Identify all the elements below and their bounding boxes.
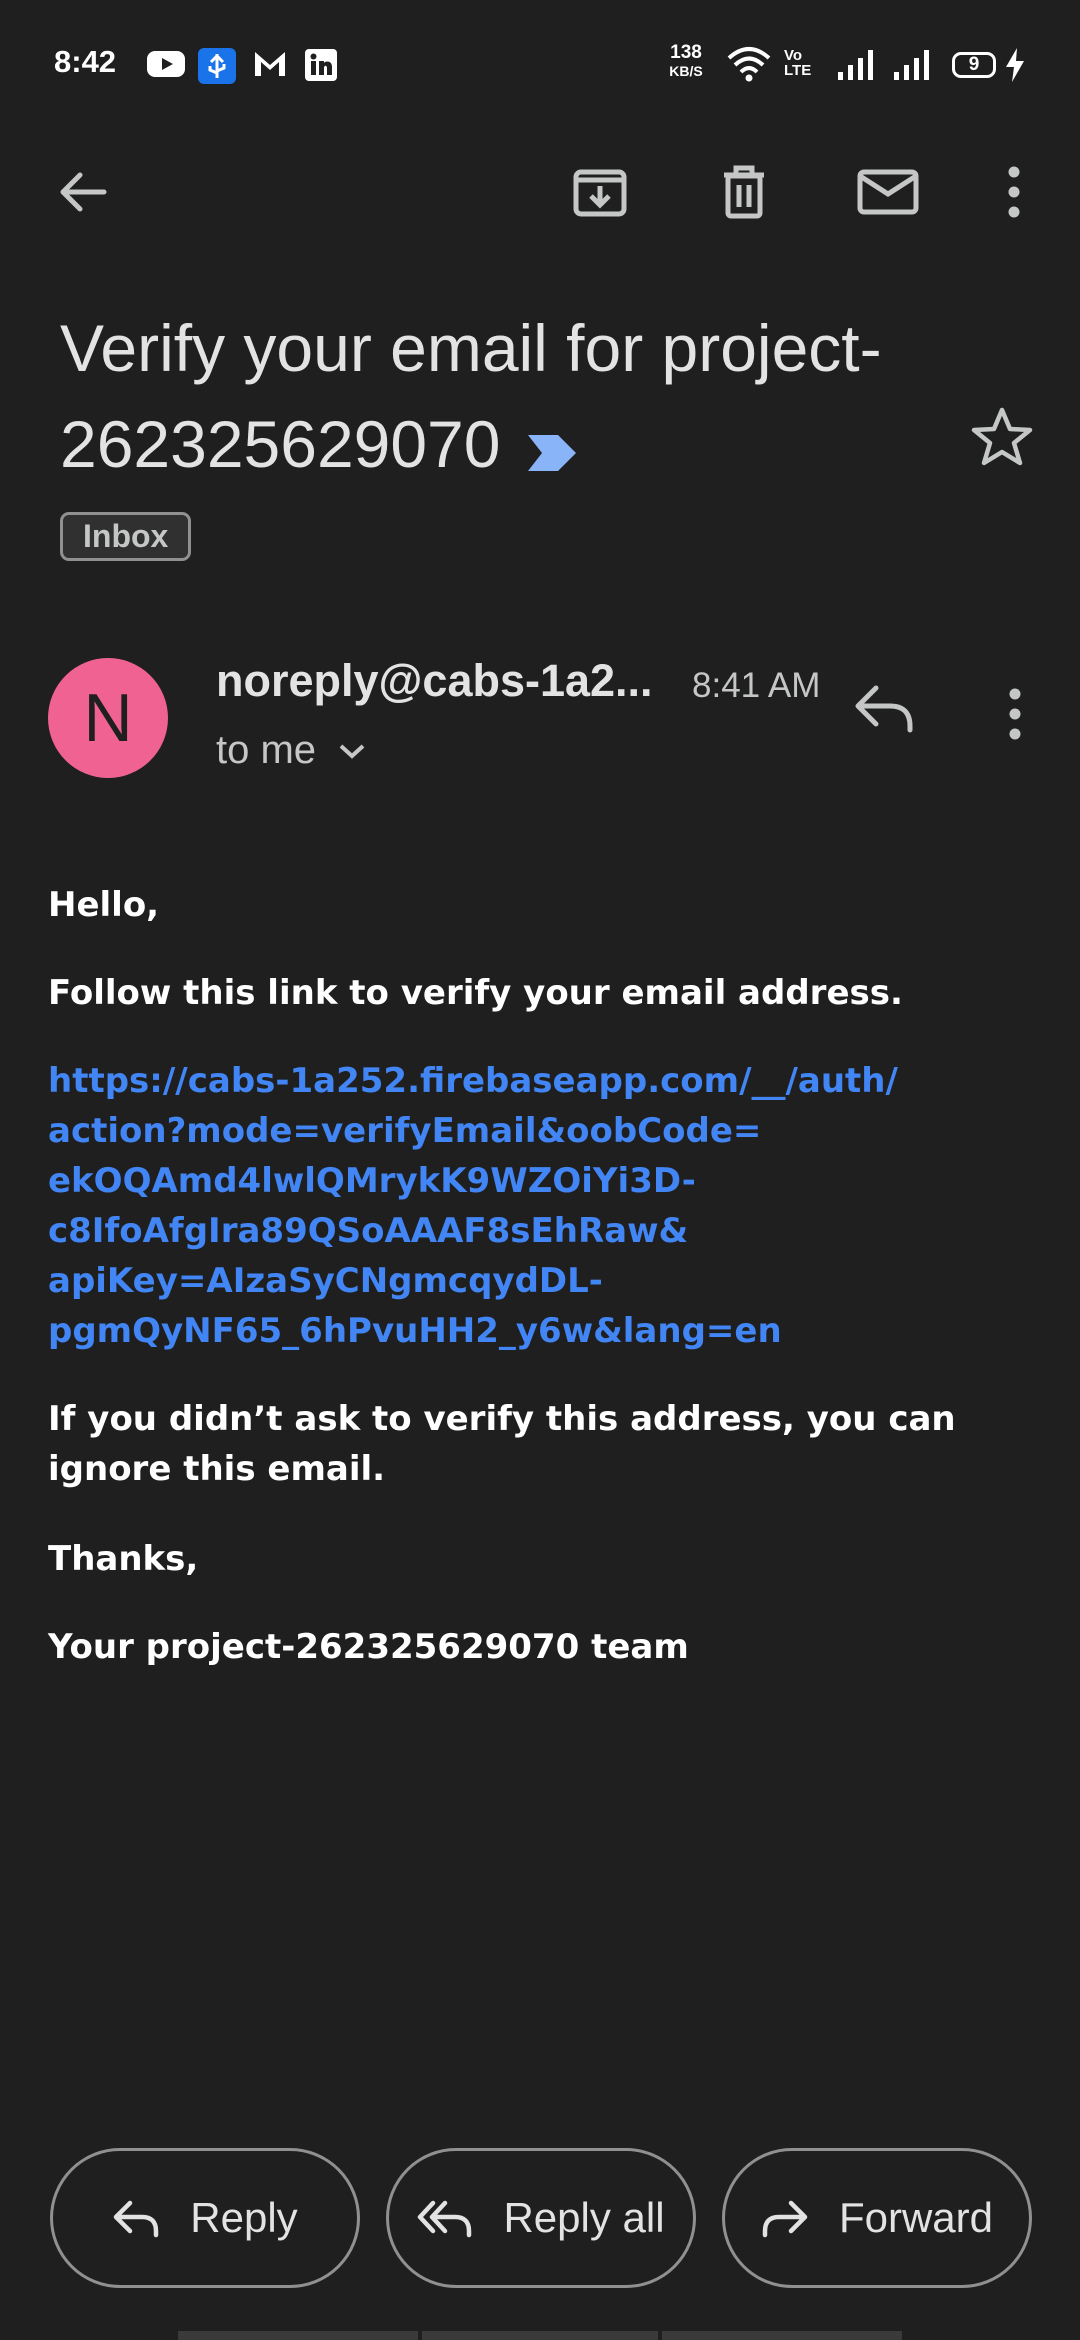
reply-all-label: Reply all: [503, 2194, 665, 2241]
volte-indicator: Vo LTE: [784, 48, 811, 78]
gmail-icon: [252, 48, 288, 85]
nav-hint-segment: [662, 2331, 902, 2340]
more-options-button[interactable]: [974, 152, 1054, 232]
delete-button[interactable]: [704, 152, 784, 232]
sender-name[interactable]: noreply@cabs-1a2...: [216, 655, 666, 707]
back-button[interactable]: [42, 152, 122, 232]
mark-unread-button[interactable]: [848, 152, 928, 232]
forward-label: Forward: [838, 2194, 994, 2241]
body-disclaimer: If you didn’t ask to verify this address…: [48, 1399, 956, 1489]
volte-top: Vo: [784, 47, 803, 64]
back-arrow-icon: [60, 172, 107, 212]
reply-all-button[interactable]: Reply all: [386, 2148, 696, 2288]
mark-unread-icon: [857, 169, 919, 215]
battery-indicator: 9: [952, 52, 996, 78]
network-speed-unit: KB/S: [669, 63, 703, 79]
star-button[interactable]: [970, 406, 1034, 471]
delete-icon: [724, 165, 764, 219]
signal-icon-sim2: [892, 50, 932, 85]
recipient-text: to me: [216, 728, 317, 772]
nav-hint-segment: [422, 2331, 658, 2340]
more-vert-icon: [1009, 688, 1021, 740]
reply-icon: [114, 2200, 159, 2238]
battery-level: 9: [968, 54, 980, 75]
signal-icon-sim1: [836, 50, 876, 85]
reply-quick-button[interactable]: [852, 680, 916, 741]
chevron-down-icon: [339, 744, 365, 759]
body-greeting: Hello,: [48, 885, 160, 925]
archive-button[interactable]: [560, 152, 640, 232]
wifi-icon: [726, 46, 772, 87]
status-bar: 8:42 138 KB/S Vo LTE 9: [0, 0, 1080, 130]
forward-icon: [762, 2200, 808, 2238]
archive-icon: [573, 169, 627, 217]
avatar[interactable]: N: [48, 658, 168, 778]
reply-label: Reply: [190, 2194, 298, 2241]
message-more-button[interactable]: [1005, 686, 1025, 747]
verify-link[interactable]: https://cabs-1a252.firebaseapp.com/__/au…: [48, 1056, 1048, 1356]
status-time: 8:42: [54, 44, 117, 79]
email-subject: Verify your email for project-2623256290…: [60, 300, 940, 498]
more-vert-icon: [1008, 166, 1020, 218]
network-speed: 138 KB/S: [664, 42, 708, 80]
volte-bottom: LTE: [784, 62, 812, 79]
subject-text: Verify your email for project-2623256290…: [60, 311, 882, 481]
body-instruction: Follow this link to verify your email ad…: [48, 973, 903, 1013]
usb-debug-icon: [198, 48, 236, 89]
reply-button[interactable]: Reply: [50, 2148, 360, 2288]
reply-icon: [855, 685, 913, 733]
sent-time: 8:41 AM: [692, 666, 821, 705]
forward-button[interactable]: Forward: [722, 2148, 1032, 2288]
star-icon: [971, 407, 1033, 466]
body-thanks: Thanks,: [48, 1539, 199, 1579]
inbox-label-chip[interactable]: Inbox: [60, 512, 192, 561]
youtube-icon: [146, 48, 186, 85]
importance-marker-icon[interactable]: [526, 402, 578, 498]
recipient-details-toggle[interactable]: to me: [216, 728, 366, 773]
linkedin-icon: [304, 48, 338, 87]
network-speed-value: 138: [670, 42, 702, 63]
body-signature: Your project-262325629070 team: [48, 1627, 689, 1667]
reply-all-icon: [418, 2200, 472, 2238]
charging-icon: [1004, 48, 1026, 87]
nav-hint-segment: [178, 2331, 418, 2340]
